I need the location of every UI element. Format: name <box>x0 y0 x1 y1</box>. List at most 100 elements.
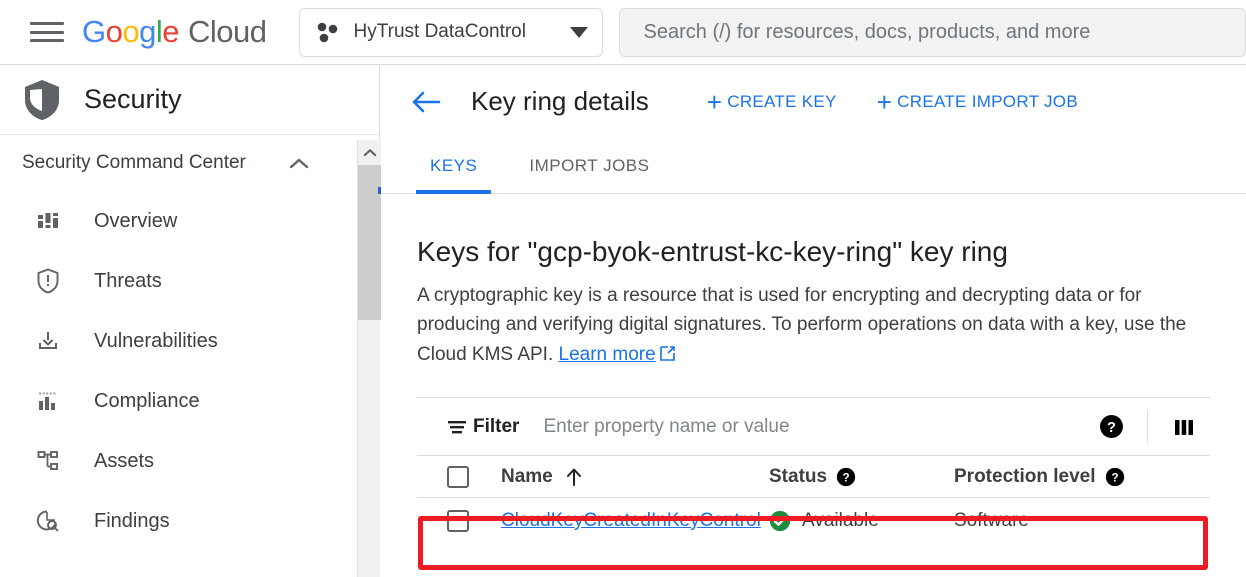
chevron-up-icon <box>363 149 376 157</box>
page-header: Key ring details + CREATE KEY + CREATE I… <box>381 65 1246 138</box>
hamburger-line <box>30 30 64 34</box>
sidebar-item-label: Overview <box>94 209 178 232</box>
filter-input[interactable] <box>541 414 1091 439</box>
keys-table: Name Status ? Protection level ? CloudKe… <box>417 455 1210 543</box>
create-key-label: CREATE KEY <box>727 91 837 111</box>
logo-word-cloud: Cloud <box>188 14 267 49</box>
cell-protection-level: Software <box>954 510 1210 532</box>
protection-level-label: Software <box>954 509 1029 531</box>
download-tray-icon <box>34 327 62 355</box>
learn-more-label: Learn more <box>558 343 656 365</box>
svg-text:?: ? <box>1107 421 1116 437</box>
create-key-button[interactable]: + CREATE KEY <box>707 89 837 115</box>
filter-toolbar: Filter ? <box>417 397 1210 455</box>
column-display-button[interactable] <box>1164 407 1204 447</box>
sidebar-item-label: Compliance <box>94 389 200 412</box>
logo-letter-g2: g <box>139 14 156 49</box>
check-circle-icon <box>769 510 791 531</box>
tab-label: KEYS <box>430 155 478 175</box>
table-header-row: Name Status ? Protection level ? <box>417 455 1210 499</box>
help-filled-icon[interactable]: ? <box>1105 467 1125 487</box>
search-input[interactable] <box>641 19 1223 45</box>
nav-section-label: Security Command Center <box>22 152 246 173</box>
product-title: Security <box>84 84 182 114</box>
back-arrow-icon[interactable] <box>411 89 441 115</box>
sidebar-item-overview[interactable]: Overview <box>0 191 379 251</box>
select-all-checkbox[interactable] <box>447 465 469 488</box>
logo-letter-g: G <box>82 14 106 49</box>
table-row[interactable]: CloudKeyCreatedInKeyControl Available So… <box>417 498 1210 543</box>
sidebar-item-threats[interactable]: Threats <box>0 251 379 311</box>
column-header-protection-level: Protection level ? <box>954 466 1210 488</box>
help-filled-icon[interactable]: ? <box>836 467 856 487</box>
logo-letter-e: e <box>162 14 180 49</box>
sidebar-item-findings[interactable]: Findings <box>0 491 379 551</box>
dashboard-icon <box>34 207 62 235</box>
column-display-icon <box>1175 419 1193 435</box>
column-header-name[interactable]: Name <box>469 466 769 488</box>
toolbar-divider <box>1147 410 1148 443</box>
external-link-icon[interactable] <box>659 345 676 362</box>
cell-status: Available <box>769 510 954 532</box>
row-checkbox[interactable] <box>447 509 469 532</box>
shield-alert-icon <box>34 267 62 295</box>
logo-letter-o1: o <box>105 14 123 49</box>
project-selector[interactable]: HyTrust DataControl <box>298 7 603 57</box>
sidebar-item-label: Assets <box>94 449 155 472</box>
section-title: Keys for "gcp-byok-entrust-kc-key-ring" … <box>417 236 1008 267</box>
chevron-down-icon[interactable] <box>569 26 588 38</box>
plus-icon: + <box>706 86 723 117</box>
shield-icon <box>25 79 59 120</box>
top-app-bar: Go o g l e Cloud HyTrust DataControl <box>0 0 1246 65</box>
filter-button[interactable]: Filter <box>447 416 519 438</box>
learn-more-link[interactable]: Learn more <box>559 344 656 365</box>
logo-letter-o2: o <box>122 14 140 49</box>
nav-section-security-command-center[interactable]: Security Command Center <box>0 135 379 191</box>
sidebar-scrollbar[interactable] <box>357 140 381 577</box>
sidebar-item-label: Vulnerabilities <box>94 329 218 352</box>
column-header-label: Name <box>501 465 553 487</box>
create-import-job-label: CREATE IMPORT JOB <box>897 91 1078 111</box>
hierarchy-icon <box>34 447 62 475</box>
column-header-status: Status ? <box>769 466 954 488</box>
project-name-label: HyTrust DataControl <box>353 21 526 42</box>
left-sidebar: Security Security Command Center Overvie… <box>0 65 380 577</box>
tab-bar: KEYS IMPORT JOBS <box>381 138 1246 194</box>
hamburger-line <box>30 22 64 25</box>
sidebar-item-label: Findings <box>94 509 170 532</box>
sidebar-item-compliance[interactable]: Compliance <box>0 371 379 431</box>
tab-keys[interactable]: KEYS <box>416 138 492 194</box>
svg-text:?: ? <box>843 471 850 484</box>
section-description: A cryptographic key is a resource that i… <box>417 281 1192 369</box>
sort-ascending-arrow-icon[interactable] <box>565 467 583 487</box>
description-text: A cryptographic key is a resource that i… <box>417 285 1187 365</box>
filter-help-button[interactable]: ? <box>1091 407 1131 447</box>
project-dots-icon <box>317 22 337 43</box>
chevron-up-icon[interactable] <box>289 157 309 169</box>
plus-icon: + <box>876 86 893 117</box>
tab-import-jobs[interactable]: IMPORT JOBS <box>515 138 663 193</box>
help-filled-icon: ? <box>1099 415 1123 439</box>
page-title: Key ring details <box>471 86 649 116</box>
product-header[interactable]: Security <box>0 65 379 135</box>
key-name-link[interactable]: CloudKeyCreatedInKeyControl <box>501 510 761 532</box>
bar-chart-icon <box>34 387 62 415</box>
tab-label: IMPORT JOBS <box>529 155 650 175</box>
filter-label: Filter <box>473 415 520 437</box>
scrollbar-up-button[interactable] <box>358 140 381 165</box>
filter-icon <box>448 420 466 434</box>
google-cloud-logo[interactable]: Go o g l e Cloud <box>82 14 267 50</box>
sidebar-item-label: Threats <box>94 269 162 292</box>
cell-name: CloudKeyCreatedInKeyControl <box>469 510 769 532</box>
column-header-label: Status <box>769 465 828 487</box>
main-content-area: Key ring details + CREATE KEY + CREATE I… <box>381 65 1246 577</box>
create-import-job-button[interactable]: + CREATE IMPORT JOB <box>877 89 1078 115</box>
column-header-label: Protection level <box>954 465 1096 487</box>
svg-text:?: ? <box>1111 471 1118 484</box>
global-search-box[interactable] <box>618 7 1246 57</box>
sidebar-item-vulnerabilities[interactable]: Vulnerabilities <box>0 311 379 371</box>
hamburger-line <box>30 39 64 42</box>
pie-search-icon <box>34 507 62 535</box>
sidebar-item-assets[interactable]: Assets <box>0 431 379 491</box>
hamburger-menu-icon[interactable] <box>30 19 64 45</box>
